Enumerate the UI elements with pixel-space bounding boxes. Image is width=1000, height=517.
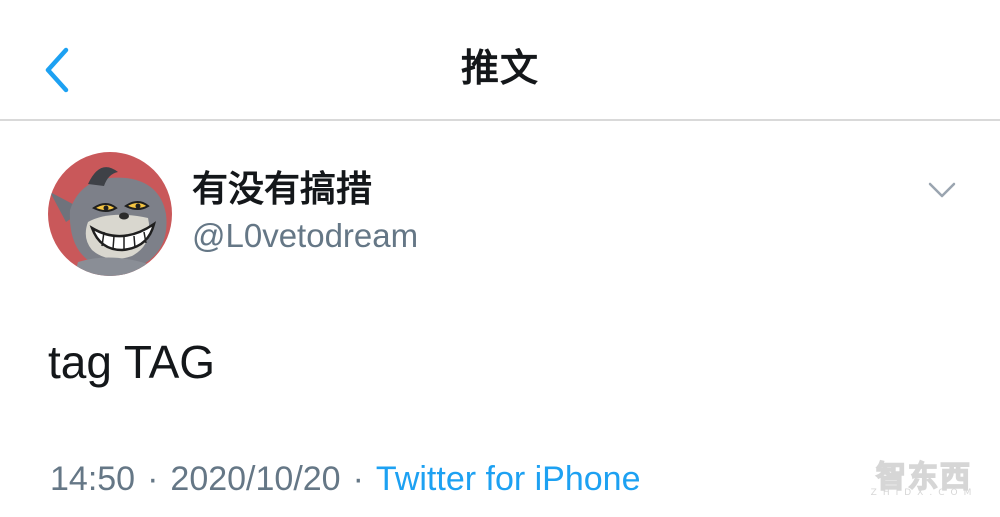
page-title: 推文 [460,46,539,90]
tweet-source-link[interactable]: Twitter for iPhone [376,460,641,498]
tweet-date: 2020/10/20 [170,460,341,498]
author-handle[interactable]: @L0vetodream [192,215,418,257]
watermark-logo: 智东西 ZHIDX.COM [866,446,982,502]
more-options-button[interactable] [922,176,962,206]
tweet-metadata: 14:50 · 2020/10/20 · Twitter for iPhone [50,458,640,500]
chevron-down-icon [928,182,956,198]
author-avatar[interactable] [48,152,172,276]
separator: · [147,460,159,498]
tweet-text: tag TAG [48,336,216,388]
separator: · [352,460,364,498]
watermark-subtext: ZHIDX.COM [870,488,978,498]
navigation-header: 推文 [0,0,1000,121]
tweet-time: 14:50 [50,460,136,498]
avatar-image [48,152,172,276]
tweet-detail-screen: 推文 有没有搞措 @L0vetodream tag TAG 14:50 · 20… [0,0,1000,517]
author-display-name[interactable]: 有没有搞措 [192,168,372,212]
